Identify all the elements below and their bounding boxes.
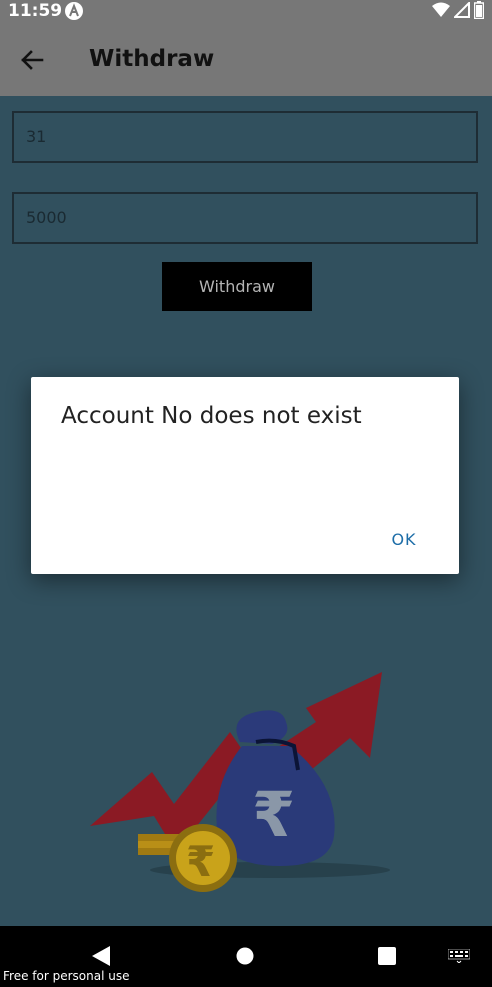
dialog-message: Account No does not exist	[61, 403, 362, 429]
watermark-text: Free for personal use	[3, 969, 130, 983]
app-screen: 11:59 Withdraw 31 5000 Withdraw ₹ ₹ Acco…	[0, 0, 492, 987]
money-growth-illustration: ₹ ₹	[80, 666, 390, 896]
withdraw-button[interactable]: Withdraw	[162, 262, 312, 311]
account-number-field[interactable]: 31	[12, 111, 478, 163]
system-navigation-bar: Free for personal use	[0, 926, 492, 987]
status-bar: 11:59	[0, 0, 492, 22]
amount-value: 5000	[26, 208, 67, 227]
amount-field[interactable]: 5000	[12, 192, 478, 244]
page-title: Withdraw	[89, 46, 215, 72]
nav-home-icon[interactable]	[236, 946, 254, 970]
back-arrow-icon[interactable]	[18, 46, 46, 74]
cell-signal-icon	[452, 0, 470, 22]
nav-recents-icon[interactable]	[377, 946, 397, 970]
svg-text:₹: ₹	[252, 778, 295, 851]
error-dialog: Account No does not exist OK	[31, 377, 459, 574]
battery-icon	[473, 1, 485, 23]
svg-text:₹: ₹	[186, 837, 215, 886]
status-time: 11:59	[8, 1, 63, 21]
nav-back-icon[interactable]	[92, 946, 110, 970]
app-bar: Withdraw	[0, 22, 492, 96]
keyboard-icon[interactable]	[447, 948, 471, 967]
account-number-value: 31	[26, 127, 47, 146]
ok-button[interactable]: OK	[382, 527, 426, 553]
wifi-icon	[432, 2, 450, 22]
